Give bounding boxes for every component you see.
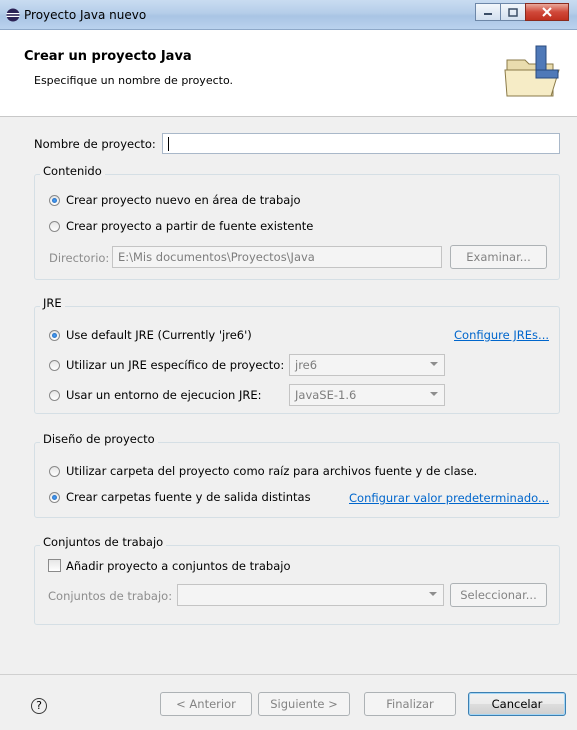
- finish-button[interactable]: Finalizar: [364, 692, 456, 716]
- chevron-down-icon: [429, 592, 437, 596]
- radio-separate-folders-label[interactable]: Crear carpetas fuente y de salida distin…: [66, 490, 311, 504]
- radio-new-project[interactable]: [49, 195, 60, 206]
- directory-label: Directorio:: [49, 251, 110, 265]
- env-jre-value: JavaSE-1.6: [295, 388, 357, 402]
- cancel-button[interactable]: Cancelar: [468, 692, 566, 716]
- close-icon: [542, 7, 552, 17]
- radio-existing-source-label[interactable]: Crear proyecto a partir de fuente existe…: [66, 219, 313, 233]
- maximize-icon: [508, 7, 518, 17]
- jre-title: JRE: [40, 296, 65, 310]
- specific-jre-value: jre6: [295, 358, 318, 372]
- radio-default-jre[interactable]: [49, 330, 60, 341]
- wizard-header: Crear un proyecto Java Especifique un no…: [0, 30, 577, 117]
- specific-jre-select[interactable]: jre6: [289, 354, 445, 376]
- layout-title: Diseño de proyecto: [40, 432, 158, 446]
- text-cursor: [168, 137, 169, 151]
- eclipse-icon: [6, 8, 20, 22]
- minimize-button[interactable]: [475, 3, 501, 21]
- window-title: Proyecto Java nuevo: [24, 8, 147, 22]
- configure-jres-link[interactable]: Configure JREs...: [454, 328, 549, 342]
- configure-default-link[interactable]: Configurar valor predeterminado...: [349, 491, 549, 505]
- layout-group: [34, 442, 560, 518]
- select-working-sets-button[interactable]: Seleccionar...: [450, 583, 547, 607]
- window-controls: [475, 3, 569, 23]
- footer-separator: [0, 674, 577, 675]
- radio-project-root-label[interactable]: Utilizar carpeta del proyecto como raíz …: [66, 464, 477, 478]
- page-subtitle: Especifique un nombre de proyecto.: [34, 74, 233, 87]
- working-sets-label: Conjuntos de trabajo:: [48, 589, 173, 603]
- next-button[interactable]: Siguiente >: [258, 692, 350, 716]
- env-jre-select[interactable]: JavaSE-1.6: [289, 384, 445, 406]
- page-title: Crear un proyecto Java: [24, 49, 192, 64]
- new-java-project-icon: [504, 45, 560, 97]
- maximize-button[interactable]: [500, 3, 526, 21]
- radio-specific-jre[interactable]: [49, 360, 60, 371]
- working-sets-select[interactable]: [177, 584, 444, 606]
- radio-new-project-label[interactable]: Crear proyecto nuevo en área de trabajo: [66, 193, 301, 207]
- add-working-sets-checkbox[interactable]: [48, 559, 61, 572]
- radio-project-root[interactable]: [49, 466, 60, 477]
- radio-default-jre-label[interactable]: Use default JRE (Currently 'jre6'): [66, 328, 252, 342]
- radio-existing-source[interactable]: [49, 221, 60, 232]
- close-button[interactable]: [525, 3, 569, 21]
- help-icon[interactable]: ?: [31, 698, 47, 714]
- chevron-down-icon: [430, 392, 438, 396]
- title-bar: Proyecto Java nuevo: [0, 0, 577, 30]
- working-sets-title: Conjuntos de trabajo: [40, 535, 167, 549]
- browse-button[interactable]: Examinar...: [450, 245, 547, 269]
- project-name-input[interactable]: [162, 133, 560, 154]
- directory-input[interactable]: E:\Mis documentos\Proyectos\Java: [112, 246, 442, 268]
- chevron-down-icon: [430, 362, 438, 366]
- project-name-label: Nombre de proyecto:: [34, 137, 156, 151]
- contents-title: Contenido: [40, 164, 105, 178]
- radio-separate-folders[interactable]: [49, 492, 60, 503]
- radio-env-jre-label[interactable]: Usar un entorno de ejecucion JRE:: [66, 388, 262, 402]
- minimize-icon: [484, 13, 492, 15]
- back-button[interactable]: < Anterior: [160, 692, 252, 716]
- add-working-sets-label[interactable]: Añadir proyecto a conjuntos de trabajo: [66, 559, 291, 573]
- radio-specific-jre-label[interactable]: Utilizar un JRE específico de proyecto:: [66, 358, 284, 372]
- radio-env-jre[interactable]: [49, 390, 60, 401]
